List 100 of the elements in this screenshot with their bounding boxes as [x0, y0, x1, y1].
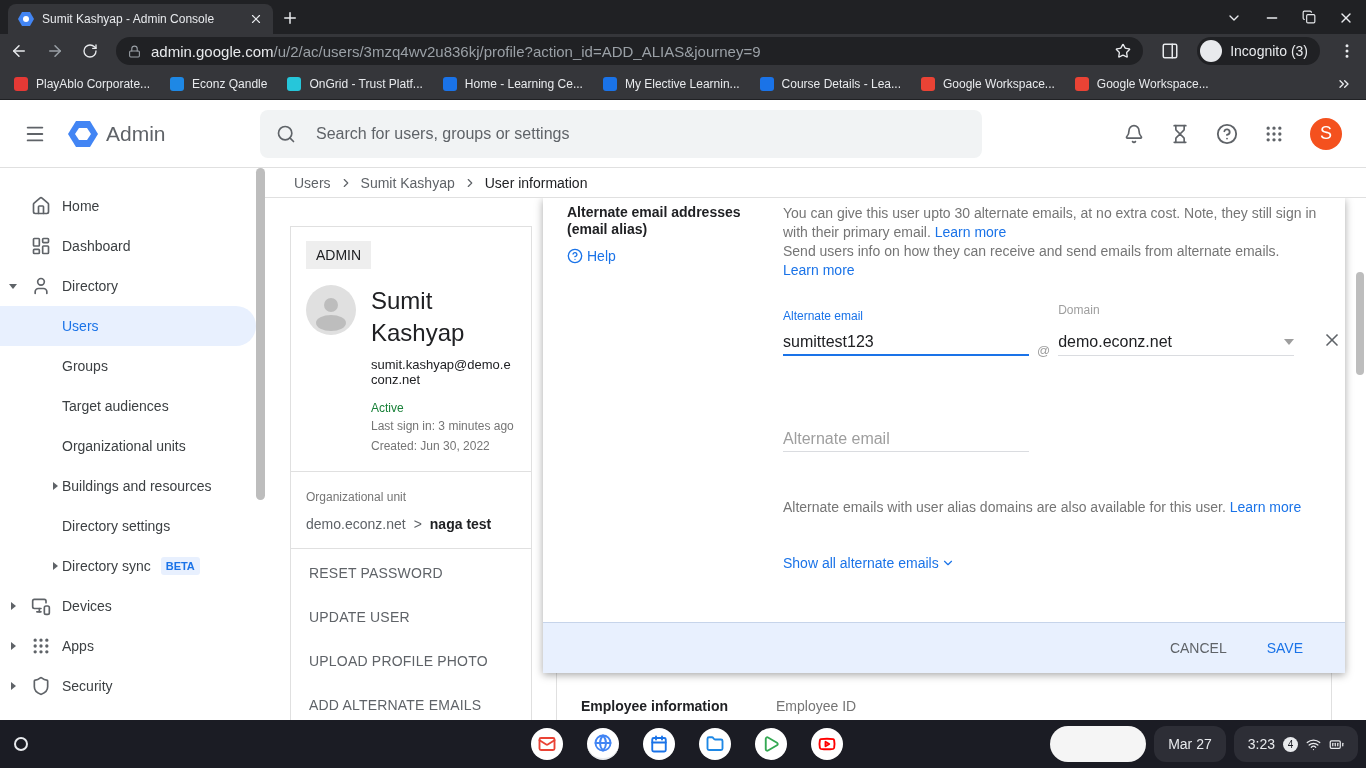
- sidebar-item[interactable]: Users: [0, 306, 256, 346]
- hourglass-icon[interactable]: [1170, 123, 1190, 144]
- restore-icon[interactable]: [1302, 10, 1316, 24]
- hexagon-logo-icon: [68, 118, 98, 149]
- created-date: Created: Jun 30, 2022: [371, 438, 491, 455]
- hexagon-icon: [18, 11, 34, 27]
- home-icon: [31, 196, 51, 216]
- caret-icon[interactable]: [9, 282, 17, 290]
- app-logo-text: Admin: [106, 121, 166, 146]
- window-thumbnails[interactable]: [1050, 726, 1147, 762]
- search-bar[interactable]: Search for users, groups or settings: [260, 109, 982, 158]
- domain-label: Domain: [1058, 303, 1101, 317]
- bookmark[interactable]: Home - Learning Ce...: [442, 76, 583, 91]
- shelf-app[interactable]: [811, 728, 843, 760]
- grid-icon: [31, 636, 51, 656]
- learn-more-link[interactable]: Learn more: [1229, 499, 1302, 515]
- status-tray[interactable]: 3:23 4: [1233, 726, 1358, 762]
- sidebar-item[interactable]: Directory sync BETA: [0, 546, 256, 586]
- help-icon[interactable]: [1216, 122, 1238, 145]
- cancel-button[interactable]: CANCEL: [1153, 632, 1243, 664]
- user-email: sumit.kashyap@demo.econz.net: [371, 357, 512, 387]
- new-tab-icon[interactable]: [281, 9, 299, 27]
- dashboard-icon: [31, 236, 51, 256]
- action-button[interactable]: ADD ALTERNATE EMAILS: [291, 683, 500, 720]
- action-button[interactable]: UPLOAD PROFILE PHOTO: [291, 639, 506, 683]
- show-all-link[interactable]: Show all alternate emails: [783, 555, 955, 571]
- sidebar-item[interactable]: Organizational units: [0, 426, 256, 466]
- address-bar[interactable]: admin.google.com/u/2/ac/users/3mzq4wv2u836kj/profile?action_id=ADD_ALIAS&journey=9: [116, 37, 1144, 65]
- shelf-app[interactable]: [699, 728, 731, 760]
- devices-icon: [31, 596, 51, 616]
- help-link[interactable]: Help: [567, 248, 783, 264]
- profile-chip[interactable]: Incognito (3): [1197, 37, 1320, 65]
- back-icon[interactable]: [10, 42, 28, 60]
- caret-icon[interactable]: [51, 562, 59, 570]
- action-button[interactable]: UPDATE USER: [291, 595, 428, 639]
- caret-icon[interactable]: [9, 602, 17, 610]
- sidebar-item[interactable]: Target audiences: [0, 386, 256, 426]
- shelf-app[interactable]: [587, 728, 619, 760]
- lock-icon: [128, 44, 141, 58]
- sidebar-item[interactable]: Buildings and resources: [0, 466, 256, 506]
- last-sign-in: Last sign in: 3 minutes ago: [371, 418, 515, 435]
- at-sign: @: [1037, 343, 1051, 358]
- launcher-icon[interactable]: [14, 737, 28, 751]
- wifi-icon: [1306, 736, 1321, 752]
- sidebar-item[interactable]: Home: [0, 186, 256, 226]
- shelf-app[interactable]: [531, 728, 563, 760]
- bookmark[interactable]: Course Details - Lea...: [759, 76, 901, 91]
- url-host: admin.google.com: [151, 42, 274, 60]
- search-field[interactable]: Search for users, groups or settings: [314, 123, 966, 144]
- user-name: Sumit Kashyap: [371, 286, 466, 348]
- notification-count: 4: [1283, 736, 1298, 752]
- bookmark[interactable]: Econz Qandle: [170, 76, 268, 91]
- description-text: Send users info on how they can receive and send emails from alternate emails. Learn more: [783, 242, 1281, 280]
- org-unit-path: naga test: [429, 516, 492, 532]
- sidebar-item[interactable]: Groups: [0, 346, 256, 386]
- save-button[interactable]: SAVE: [1250, 632, 1319, 664]
- action-button[interactable]: RESET PASSWORD: [291, 551, 461, 595]
- bookmark[interactable]: OnGrid - Trust Platf...: [287, 76, 423, 91]
- breadcrumb: User information: [484, 174, 588, 191]
- sidebar-item[interactable]: Directory settings: [0, 506, 256, 546]
- shelf-app[interactable]: [643, 728, 675, 760]
- caret-icon[interactable]: [9, 642, 17, 650]
- org-unit-label: Organizational unit: [306, 489, 408, 506]
- sidebar-item[interactable]: Dashboard: [0, 226, 256, 266]
- help-icon: [567, 248, 583, 264]
- domain-select[interactable]: demo.econz.net: [1058, 333, 1295, 356]
- bookmark[interactable]: Google Workspace...: [921, 76, 1055, 91]
- caret-icon[interactable]: [51, 482, 59, 490]
- bookmark[interactable]: My Elective Learnin...: [602, 76, 740, 91]
- dropdown-arrow-icon: [1284, 339, 1295, 345]
- browser-tab[interactable]: Sumit Kashyap - Admin Console: [8, 4, 273, 34]
- org-unit-path: demo.econz.net: [306, 516, 406, 532]
- star-icon[interactable]: [1115, 43, 1132, 59]
- bell-icon[interactable]: [1124, 123, 1144, 144]
- forward-icon[interactable]: [46, 42, 64, 60]
- bookmark[interactable]: Google Workspace...: [1074, 76, 1209, 91]
- avatar-silhouette: [306, 285, 356, 335]
- reload-icon[interactable]: [82, 43, 98, 59]
- person-icon: [31, 276, 51, 296]
- shield-icon: [31, 676, 51, 696]
- caret-icon[interactable]: [9, 682, 17, 690]
- sidebar-item[interactable]: Apps: [0, 626, 256, 666]
- breadcrumb[interactable]: Users: [294, 174, 331, 191]
- sidebar-item[interactable]: Devices: [0, 586, 256, 626]
- sidebar-item[interactable]: Security: [0, 666, 256, 706]
- search-icon: [276, 123, 296, 144]
- field-label: Alternate email: [783, 309, 865, 323]
- side-panel-icon[interactable]: [1161, 42, 1180, 60]
- url-path: /u/2/ac/users/3mzq4wv2u836kj/profile?action_id=ADD_ALIAS&journey=9: [273, 42, 761, 60]
- date-chip[interactable]: Mar 27: [1154, 726, 1226, 762]
- user-status: Active: [371, 401, 405, 415]
- sidebar-item[interactable]: Directory: [0, 266, 256, 306]
- bookmark[interactable]: PlayAblo Corporate...: [14, 76, 151, 91]
- dialog-title: Alternate email addresses (email alias): [567, 204, 742, 238]
- shelf-app[interactable]: [755, 728, 787, 760]
- description-text: You can give this user upto 30 alternate emails, at no extra cost. Note, they still sign in with their primary email. Learn more: [783, 204, 1318, 242]
- path-separator: >: [413, 516, 422, 532]
- breadcrumb[interactable]: Sumit Kashyap: [360, 174, 455, 191]
- learn-more-link[interactable]: Learn more: [934, 224, 1007, 240]
- learn-more-link[interactable]: Learn more: [783, 262, 855, 278]
